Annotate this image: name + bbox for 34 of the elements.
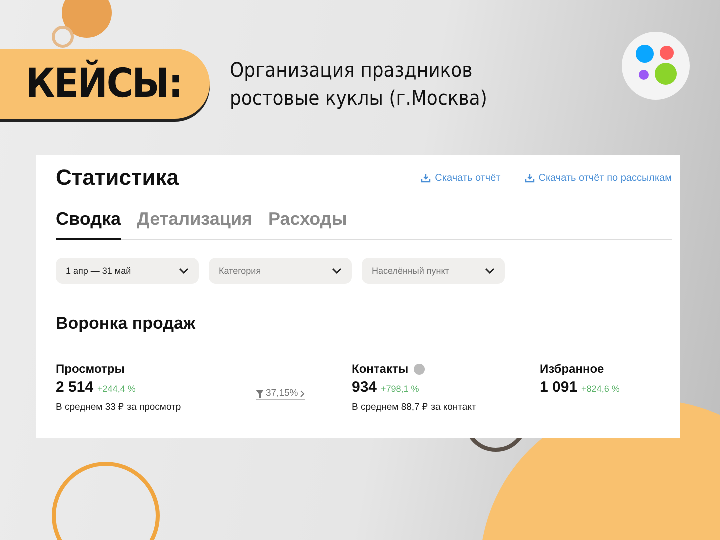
section-title: Воронка продаж	[56, 314, 196, 334]
chevron-down-icon	[485, 268, 495, 274]
metric-value: 934	[352, 379, 378, 396]
cases-badge: КЕЙСЫ:	[0, 49, 210, 119]
metric-value: 1 091	[540, 379, 578, 396]
filter-dropdown[interactable]: 1 апр — 31 май	[56, 258, 199, 284]
logo-icon	[622, 32, 690, 100]
metric-note: В среднем 33 ₽ за просмотр	[56, 401, 182, 413]
chevron-down-icon	[332, 268, 342, 274]
subtitle-text: Организация праздников	[230, 57, 474, 84]
filter-dropdown[interactable]: Категория	[209, 258, 352, 284]
metric-label: Контакты	[352, 362, 409, 376]
metric-change: +824,6 %	[582, 384, 620, 394]
download-link[interactable]: Скачать отчёт по рассылкам	[524, 172, 672, 184]
metric-change: +798,1 %	[381, 384, 420, 394]
chevron-right-icon	[300, 390, 306, 398]
tab[interactable]: Сводка	[56, 209, 122, 240]
conversion-link[interactable]: 37,15%	[256, 388, 306, 400]
metric-value: 2 514	[56, 379, 94, 396]
page-title: Статистика	[56, 165, 180, 191]
metric-label: Избранное	[540, 362, 604, 376]
download-icon	[524, 173, 535, 183]
decorative-circle	[62, 0, 112, 38]
download-link[interactable]: Скачать отчёт	[421, 172, 501, 184]
subtitle-text: ростовые куклы (г.Москва)	[230, 85, 488, 112]
download-icon	[421, 173, 432, 183]
funnel-icon	[256, 390, 264, 398]
metric-label: Просмотры	[56, 362, 126, 376]
chevron-down-icon	[179, 268, 189, 274]
tab[interactable]: Детализация	[137, 209, 253, 240]
metric-note: В среднем 88,7 ₽ за контакт	[352, 401, 478, 413]
filter-dropdown[interactable]: Населённый пункт	[362, 258, 505, 284]
metric-change: +244,4 %	[98, 384, 136, 394]
tab[interactable]: Расходы	[268, 209, 348, 240]
